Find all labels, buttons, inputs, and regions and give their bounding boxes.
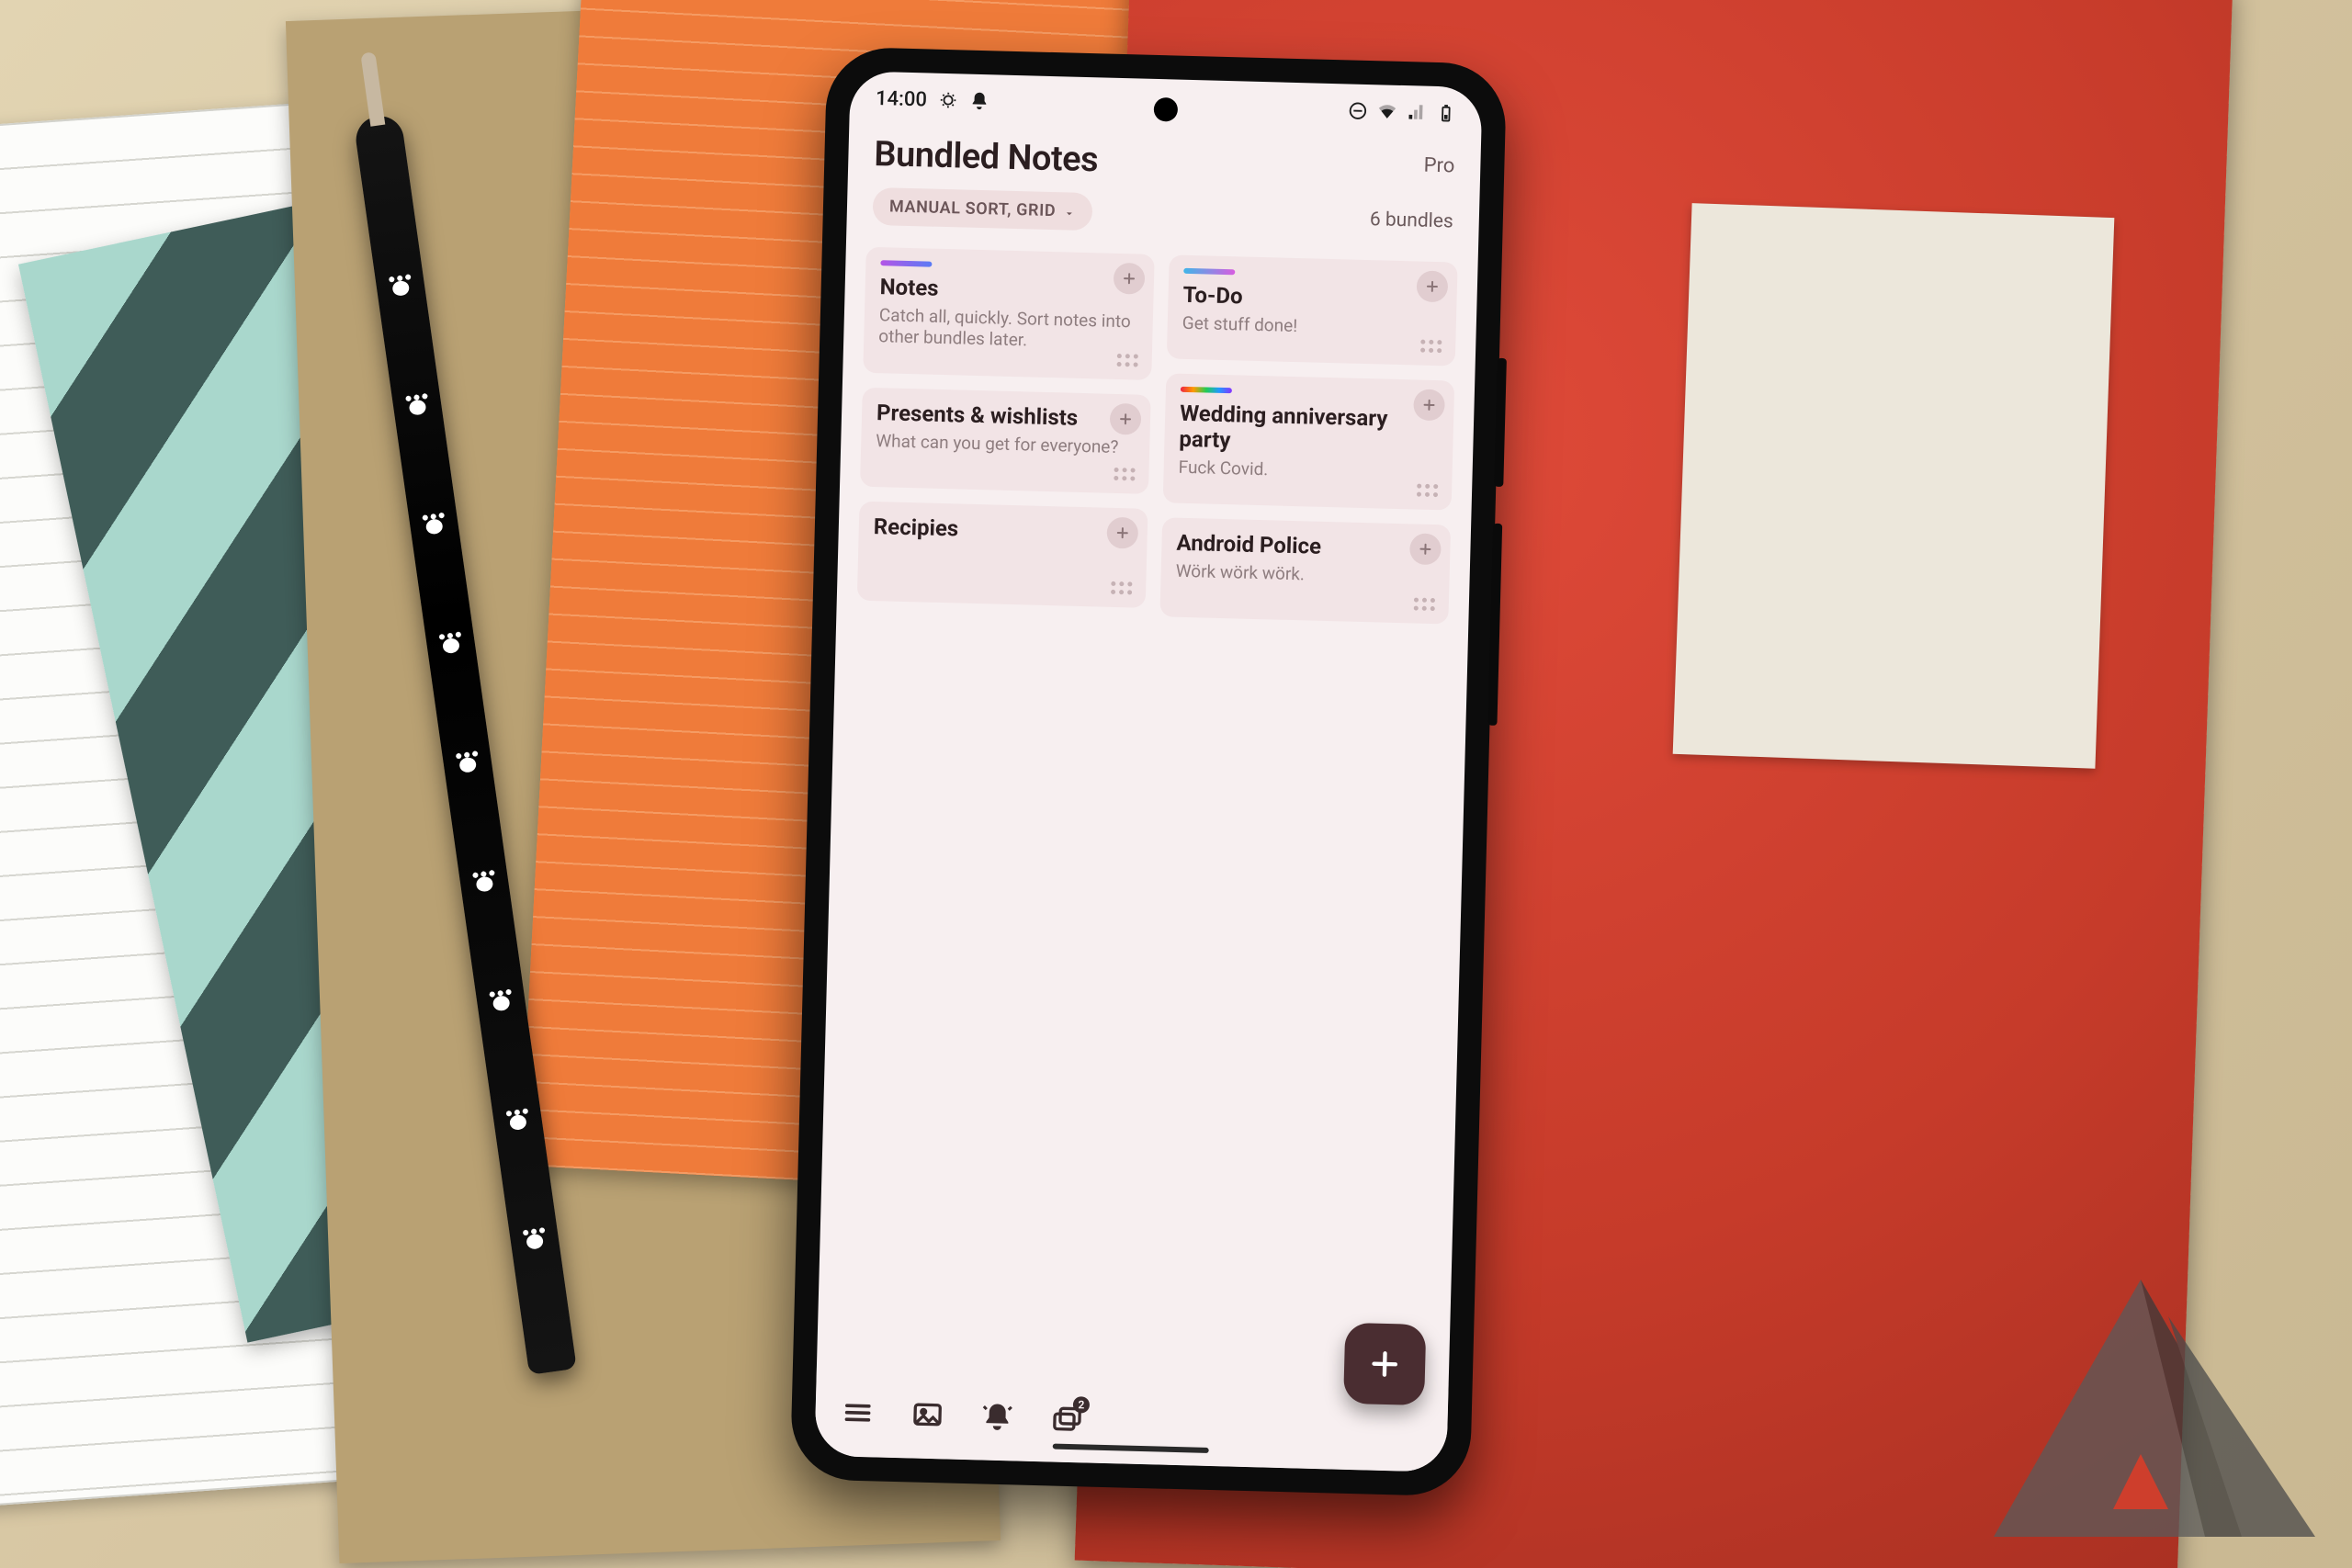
drag-handle-icon[interactable] (1417, 484, 1441, 502)
sort-chip[interactable]: MANUAL SORT, GRID (872, 187, 1092, 231)
archive-icon[interactable]: 2 (1050, 1401, 1084, 1435)
drag-handle-icon[interactable] (1111, 581, 1135, 599)
bottom-bar: 2 (814, 1368, 1448, 1472)
scene: 14:00 (0, 0, 2352, 1568)
bundle-title: Wedding anniversary party (1179, 401, 1439, 459)
drag-handle-icon[interactable] (1414, 598, 1438, 615)
archive-badge: 2 (1073, 1396, 1090, 1413)
status-app-icon (938, 90, 959, 111)
bundle-title: Android Police (1176, 531, 1436, 563)
bundle-description: Fuck Covid. (1178, 456, 1438, 484)
drag-handle-icon[interactable] (1420, 340, 1444, 357)
bundle-add-button[interactable] (1114, 263, 1146, 295)
status-bell-icon (969, 91, 990, 112)
bundle-add-button[interactable] (1409, 534, 1442, 566)
bundle-description: Get stuff done! (1182, 311, 1442, 340)
reminders-icon[interactable] (980, 1399, 1014, 1433)
bundle-card[interactable]: Android PoliceWörk wörk wörk. (1159, 518, 1451, 625)
status-wifi-icon (1377, 101, 1398, 122)
fab-new-bundle[interactable] (1343, 1323, 1426, 1405)
bundle-color-stripe (1181, 387, 1232, 393)
bundle-add-button[interactable] (1110, 403, 1142, 435)
phone-frame: 14:00 (790, 47, 1508, 1497)
bundle-card[interactable]: To-DoGet stuff done! (1167, 254, 1458, 367)
status-signal-icon (1407, 102, 1428, 123)
bundle-grid: NotesCatch all, quickly. Sort notes into… (836, 231, 1478, 639)
pro-badge[interactable]: Pro (1423, 149, 1454, 178)
status-dnd-icon (1348, 100, 1369, 121)
gesture-nav-pill[interactable] (1053, 1444, 1209, 1453)
bundle-count: 6 bundles (1370, 209, 1454, 232)
bundle-card[interactable]: Recipies (857, 502, 1148, 608)
bundle-title: Notes (879, 275, 1139, 307)
bundle-card[interactable]: NotesCatch all, quickly. Sort notes into… (863, 247, 1154, 380)
bundle-title: Presents & wishlists (876, 400, 1136, 433)
app-title: Bundled Notes (874, 134, 1099, 180)
drag-handle-icon[interactable] (1116, 354, 1140, 371)
sort-chip-label: MANUAL SORT, GRID (889, 197, 1057, 220)
bundle-title: Recipies (874, 514, 1134, 547)
watermark-androidpolice (1984, 1270, 2315, 1550)
status-battery-icon (1436, 103, 1457, 124)
bundle-description: Wörk wörk wörk. (1175, 560, 1435, 589)
bundle-card[interactable]: Presents & wishlistsWhat can you get for… (860, 388, 1151, 494)
drag-handle-icon[interactable] (1114, 468, 1137, 485)
bundle-description: Catch all, quickly. Sort notes into othe… (878, 304, 1138, 355)
phone-screen: 14:00 (814, 71, 1482, 1472)
gallery-icon[interactable] (910, 1397, 944, 1431)
status-time: 14:00 (876, 86, 927, 110)
bundle-color-stripe (880, 260, 932, 266)
menu-icon[interactable] (841, 1395, 875, 1429)
bundle-add-button[interactable] (1416, 270, 1448, 302)
app-header: Bundled Notes Pro MANUAL SORT, GRID 6 bu… (846, 124, 1481, 248)
bundle-description: What can you get for everyone? (876, 430, 1136, 458)
bundle-color-stripe (1183, 268, 1235, 275)
bundle-title: To-Do (1182, 283, 1442, 315)
chevron-down-icon (1063, 205, 1076, 218)
bundle-add-button[interactable] (1413, 389, 1445, 422)
bundle-card[interactable]: Wedding anniversary partyFuck Covid. (1163, 374, 1455, 511)
bundle-add-button[interactable] (1106, 517, 1138, 549)
